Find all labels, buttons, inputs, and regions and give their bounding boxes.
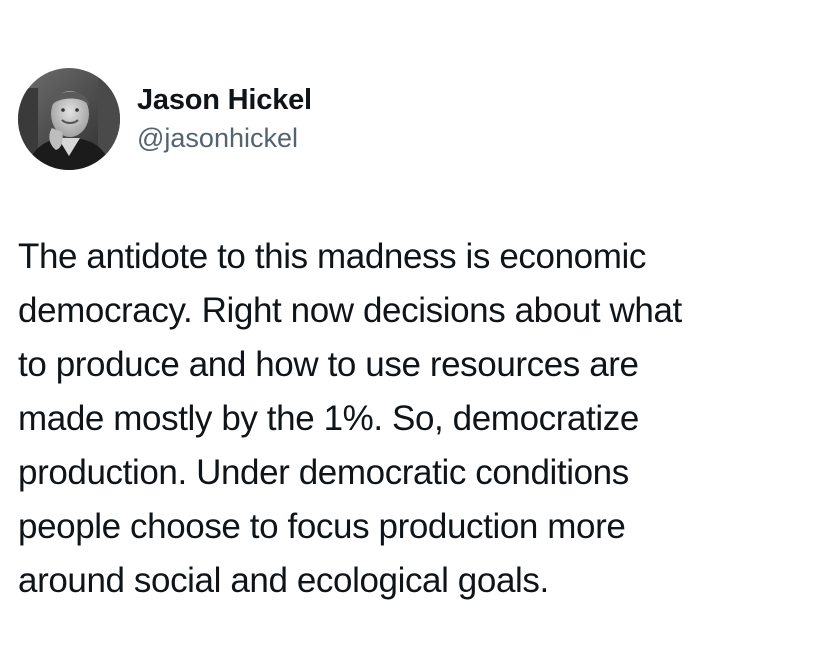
profile-photo-icon [18, 68, 120, 170]
tweet-author[interactable]: Jason Hickel @jasonhickel [18, 68, 312, 170]
tweet-text: The antidote to this madness is economic… [18, 230, 808, 608]
tweet-text-line: production. Under democratic conditions [18, 453, 629, 492]
author-display-name[interactable]: Jason Hickel [137, 82, 312, 118]
tweet-text-line: around social and ecological goals. [18, 561, 549, 600]
author-names: Jason Hickel @jasonhickel [137, 82, 312, 156]
tweet-text-line: The antidote to this madness is economic [18, 237, 646, 276]
tweet-card: Jason Hickel @jasonhickel The antidote t… [0, 0, 814, 670]
tweet-text-line: made mostly by the 1%. So, democratize [18, 399, 639, 438]
tweet-text-line: to produce and how to use resources are [18, 345, 639, 384]
author-handle[interactable]: @jasonhickel [137, 120, 312, 156]
avatar[interactable] [18, 68, 120, 170]
tweet-text-line: people choose to focus production more [18, 507, 626, 546]
tweet-text-line: democracy. Right now decisions about wha… [18, 291, 682, 330]
